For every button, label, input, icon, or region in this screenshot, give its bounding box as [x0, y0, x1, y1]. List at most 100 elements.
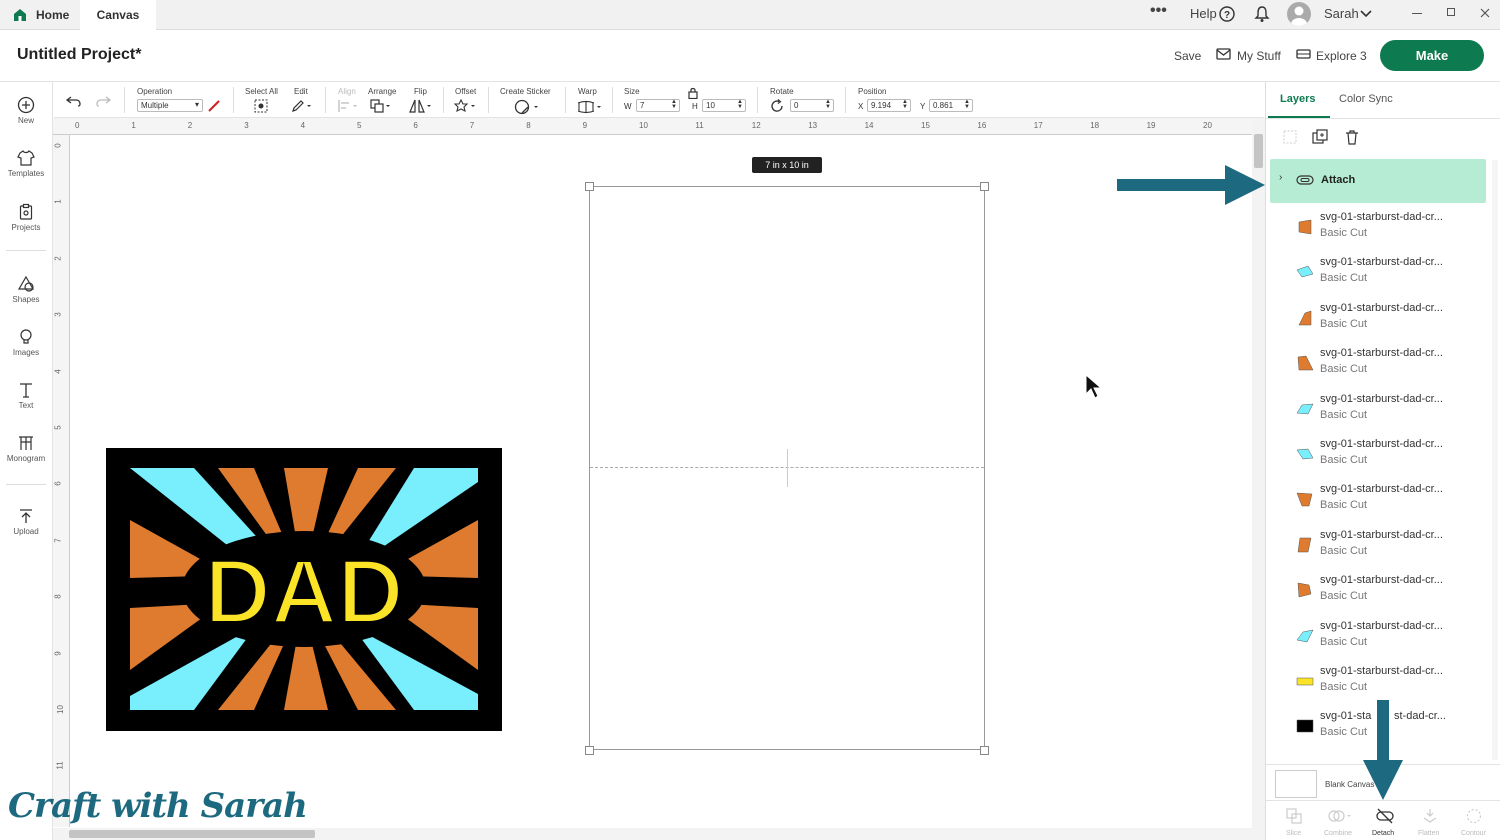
- horizontal-scrollbar[interactable]: [53, 828, 1265, 840]
- layer-row[interactable]: svg-01-starburst-dad-cr... Basic Cut: [1270, 205, 1486, 250]
- help-link[interactable]: Help: [1190, 6, 1217, 21]
- layer-group-attach[interactable]: › Attach: [1270, 159, 1486, 203]
- rail-item-shapes[interactable]: Shapes: [0, 275, 52, 304]
- resize-handle[interactable]: [980, 746, 989, 755]
- machine-select[interactable]: Explore 3: [1316, 49, 1367, 63]
- select-all-icon[interactable]: [254, 99, 268, 113]
- dad-starburst-design[interactable]: DAD: [106, 448, 502, 731]
- user-name[interactable]: Sarah: [1324, 6, 1359, 21]
- layer-row[interactable]: svg-01-starburst-dad-cr... Basic Cut: [1270, 659, 1486, 704]
- tab-home-label: Home: [36, 8, 70, 22]
- vertical-scrollbar[interactable]: [1252, 118, 1265, 828]
- more-options-icon[interactable]: •••: [1150, 2, 1167, 20]
- rail-item-text[interactable]: Text: [0, 381, 52, 410]
- no-color-swatch-icon[interactable]: [207, 99, 221, 113]
- x-input[interactable]: 9.194 ▲ ▼: [867, 99, 911, 112]
- tab-home[interactable]: Home: [0, 0, 78, 30]
- ruler-tick-label: 1: [53, 199, 63, 205]
- rail-item-monogram[interactable]: Monogram: [0, 434, 52, 463]
- detach-label: Detach: [1372, 830, 1395, 837]
- trash-icon[interactable]: [1344, 129, 1360, 145]
- avatar[interactable]: [1287, 2, 1311, 26]
- rail-item-projects[interactable]: Projects: [0, 203, 52, 232]
- mail-icon: [1216, 48, 1231, 60]
- sticker-icon[interactable]: [514, 99, 540, 115]
- stepper-icon[interactable]: ▲ ▼: [737, 99, 743, 110]
- duplicate-icon[interactable]: [1312, 129, 1328, 145]
- y-input[interactable]: 0.861 ▲ ▼: [929, 99, 973, 112]
- help-icon[interactable]: ?: [1219, 6, 1235, 22]
- expand-chevron-icon[interactable]: ›: [1279, 172, 1282, 183]
- rail-label-shapes: Shapes: [12, 295, 40, 304]
- stepper-icon[interactable]: ▲ ▼: [902, 99, 908, 110]
- ruler-tick-label: 10: [639, 121, 648, 130]
- scroll-thumb[interactable]: [1254, 134, 1263, 168]
- flatten-label: Flatten: [1418, 830, 1440, 837]
- annotation-arrow-right-icon: [1117, 165, 1265, 205]
- stepper-icon[interactable]: ▲ ▼: [964, 99, 970, 110]
- flip-icon[interactable]: [409, 99, 433, 113]
- rail-divider: [6, 484, 46, 485]
- ruler-vertical: 0 1 2 3 4 5 6 7 8 9 10 11: [53, 135, 70, 827]
- rail-item-images[interactable]: Images: [0, 328, 52, 357]
- make-button[interactable]: Make: [1380, 40, 1484, 71]
- redo-icon[interactable]: [95, 95, 111, 107]
- panel-scrollbar[interactable]: [1492, 160, 1498, 760]
- ruler-tick-label: 20: [1203, 121, 1212, 130]
- project-title[interactable]: Untitled Project*: [17, 46, 141, 64]
- stepper-icon[interactable]: ▲ ▼: [825, 99, 831, 110]
- resize-handle[interactable]: [585, 746, 594, 755]
- contour-icon[interactable]: [1466, 808, 1482, 824]
- resize-handle[interactable]: [585, 182, 594, 191]
- save-button[interactable]: Save: [1174, 49, 1201, 63]
- flatten-icon[interactable]: [1422, 808, 1438, 824]
- layer-row[interactable]: svg-01-starburst-dad-cr... Basic Cut: [1270, 387, 1486, 432]
- ruler-tick-label: 10: [55, 705, 65, 714]
- tab-canvas[interactable]: Canvas: [80, 0, 156, 31]
- tab-color-sync[interactable]: Color Sync: [1339, 93, 1393, 105]
- rotate-input[interactable]: 0 ▲ ▼: [790, 99, 834, 112]
- operation-select[interactable]: Multiple ▾: [137, 99, 203, 112]
- watermark-logo: Craft with Sarah: [8, 786, 308, 826]
- rail-label-new: New: [17, 116, 34, 125]
- arrange-icon[interactable]: [370, 99, 392, 113]
- layer-row[interactable]: svg-01-starburst-dad-cr... Basic Cut: [1270, 432, 1486, 477]
- align-icon[interactable]: [337, 99, 359, 113]
- my-stuff-link[interactable]: My Stuff: [1237, 49, 1281, 63]
- layer-row[interactable]: svg-01-starburst-dad-cr... Basic Cut: [1270, 568, 1486, 613]
- layer-row[interactable]: svg-01-starburst-dad-cr... Basic Cut: [1270, 614, 1486, 659]
- edit-pen-icon[interactable]: [291, 99, 313, 113]
- stepper-icon[interactable]: ▲ ▼: [671, 99, 677, 110]
- warp-icon[interactable]: [577, 100, 603, 114]
- rail-item-upload[interactable]: Upload: [0, 507, 52, 536]
- ruler-tick-label: 11: [55, 761, 65, 771]
- lock-icon[interactable]: [688, 87, 698, 99]
- blank-canvas-thumbnail[interactable]: [1275, 770, 1317, 798]
- group-icon[interactable]: [1282, 129, 1298, 145]
- undo-icon[interactable]: [66, 95, 82, 107]
- clipboard-icon: [19, 203, 33, 220]
- combine-icon[interactable]: [1328, 808, 1354, 824]
- layer-row[interactable]: svg-01-starburst-dad-cr... Basic Cut: [1270, 523, 1486, 568]
- minimize-icon[interactable]: [1412, 13, 1422, 14]
- bell-icon[interactable]: [1254, 5, 1270, 23]
- offset-icon[interactable]: [454, 99, 478, 113]
- layer-row[interactable]: svg-01-starburst-dad-cr... Basic Cut: [1270, 477, 1486, 522]
- tab-layers[interactable]: Layers: [1280, 93, 1315, 105]
- close-icon[interactable]: [1480, 8, 1490, 18]
- width-input[interactable]: 7 ▲ ▼: [636, 99, 680, 112]
- slice-icon[interactable]: [1286, 808, 1302, 824]
- rail-item-new[interactable]: New: [0, 96, 52, 125]
- scroll-thumb[interactable]: [69, 830, 315, 838]
- resize-handle[interactable]: [980, 182, 989, 191]
- home-icon: [14, 9, 26, 21]
- maximize-icon[interactable]: [1447, 8, 1455, 16]
- layer-row[interactable]: svg-01-starburst-dad-cr... Basic Cut: [1270, 341, 1486, 386]
- detach-icon[interactable]: [1376, 808, 1394, 824]
- chevron-down-icon[interactable]: [1360, 10, 1372, 18]
- rail-item-templates[interactable]: Templates: [0, 149, 52, 178]
- layer-row[interactable]: svg-01-starburst-dad-cr... Basic Cut: [1270, 250, 1486, 295]
- layer-row[interactable]: svg-01-starburst-dad-cr... Basic Cut: [1270, 296, 1486, 341]
- layer-thumbnail-icon: [1296, 266, 1314, 278]
- height-input[interactable]: 10 ▲ ▼: [702, 99, 746, 112]
